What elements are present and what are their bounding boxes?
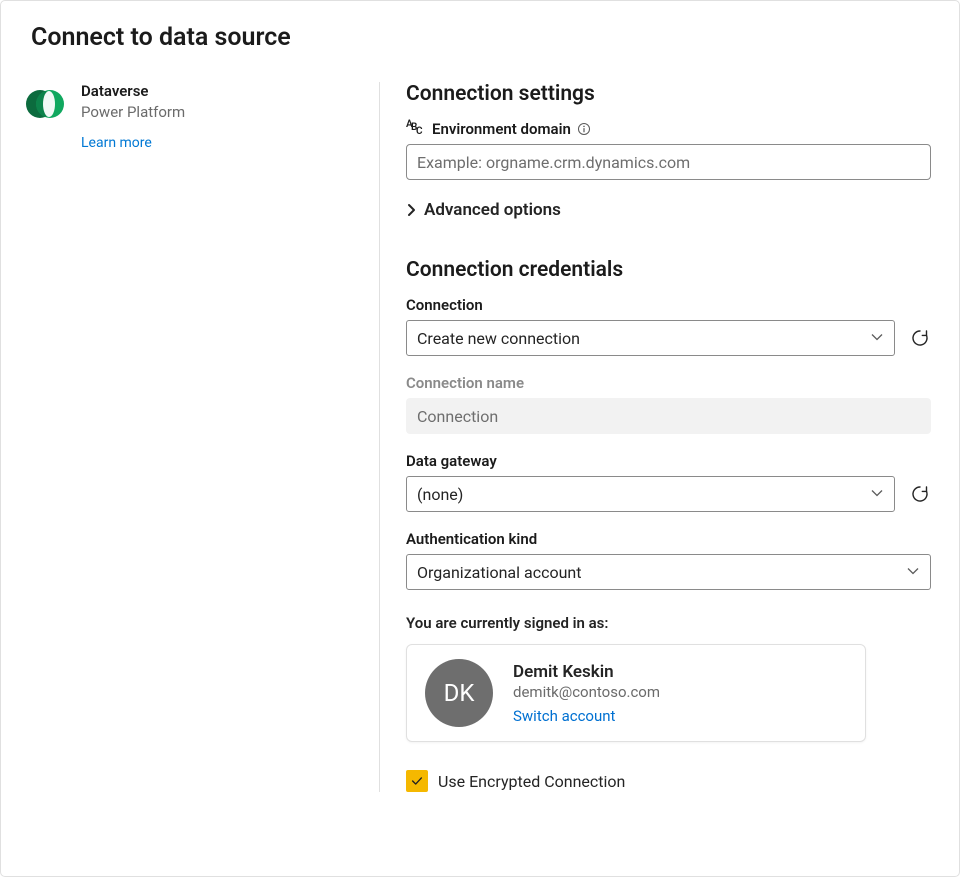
connector-name: Dataverse bbox=[81, 82, 185, 102]
chevron-down-icon bbox=[906, 563, 920, 582]
label-connection-name: Connection name bbox=[406, 374, 931, 392]
account-name: Demit Keskin bbox=[513, 662, 660, 682]
connector-subtitle: Power Platform bbox=[81, 103, 185, 121]
dataverse-icon bbox=[25, 84, 65, 792]
settings-pane: Connection settings B Environment domain… bbox=[379, 82, 935, 792]
auth-kind-select[interactable]: Organizational account bbox=[406, 554, 931, 590]
connector-text: Dataverse Power Platform Learn more bbox=[81, 82, 185, 792]
chevron-down-icon bbox=[870, 485, 884, 504]
avatar: DK bbox=[425, 659, 493, 727]
account-details: Demit Keskin demitk@contoso.com Switch a… bbox=[513, 662, 660, 725]
environment-domain-input[interactable] bbox=[406, 144, 931, 180]
heading-connection-settings: Connection settings bbox=[406, 82, 931, 106]
text-type-icon: B bbox=[406, 122, 426, 136]
chevron-down-icon bbox=[870, 329, 884, 348]
field-auth-kind: Authentication kind Organizational accou… bbox=[406, 530, 931, 590]
field-environment-domain: B Environment domain bbox=[406, 120, 931, 180]
info-icon[interactable] bbox=[577, 122, 591, 136]
advanced-options-label: Advanced options bbox=[424, 200, 561, 220]
connect-data-source-dialog: Connect to data source Dataverse Power P… bbox=[0, 0, 960, 877]
switch-account-link[interactable]: Switch account bbox=[513, 707, 615, 725]
connection-select[interactable]: Create new connection bbox=[406, 320, 895, 356]
encrypted-row: Use Encrypted Connection bbox=[406, 770, 931, 792]
refresh-gateway-button[interactable] bbox=[909, 483, 931, 505]
refresh-connection-button[interactable] bbox=[909, 327, 931, 349]
label-environment-domain: B Environment domain bbox=[406, 120, 931, 138]
dialog-body: Dataverse Power Platform Learn more Conn… bbox=[25, 82, 935, 792]
use-encrypted-checkbox[interactable] bbox=[406, 770, 428, 792]
check-icon bbox=[410, 774, 424, 788]
label-connection: Connection bbox=[406, 296, 931, 314]
connection-select-value: Create new connection bbox=[417, 329, 580, 348]
chevron-right-icon bbox=[406, 203, 418, 217]
auth-kind-value: Organizational account bbox=[417, 563, 581, 582]
signed-in-label: You are currently signed in as: bbox=[406, 614, 931, 632]
heading-connection-credentials: Connection credentials bbox=[406, 258, 931, 282]
label-environment-domain-text: Environment domain bbox=[432, 120, 571, 138]
account-email: demitk@contoso.com bbox=[513, 683, 660, 701]
field-connection-name: Connection name bbox=[406, 374, 931, 434]
label-data-gateway: Data gateway bbox=[406, 452, 931, 470]
label-auth-kind: Authentication kind bbox=[406, 530, 931, 548]
encrypted-label: Use Encrypted Connection bbox=[438, 772, 625, 791]
learn-more-link[interactable]: Learn more bbox=[81, 135, 152, 151]
field-connection: Connection Create new connection bbox=[406, 296, 931, 356]
connector-summary: Dataverse Power Platform Learn more bbox=[25, 82, 379, 792]
page-title: Connect to data source bbox=[31, 23, 935, 52]
account-card: DK Demit Keskin demitk@contoso.com Switc… bbox=[406, 644, 866, 742]
advanced-options-toggle[interactable]: Advanced options bbox=[406, 200, 931, 220]
data-gateway-select[interactable]: (none) bbox=[406, 476, 895, 512]
data-gateway-value: (none) bbox=[417, 485, 463, 504]
connection-name-input bbox=[406, 398, 931, 434]
field-data-gateway: Data gateway (none) bbox=[406, 452, 931, 512]
